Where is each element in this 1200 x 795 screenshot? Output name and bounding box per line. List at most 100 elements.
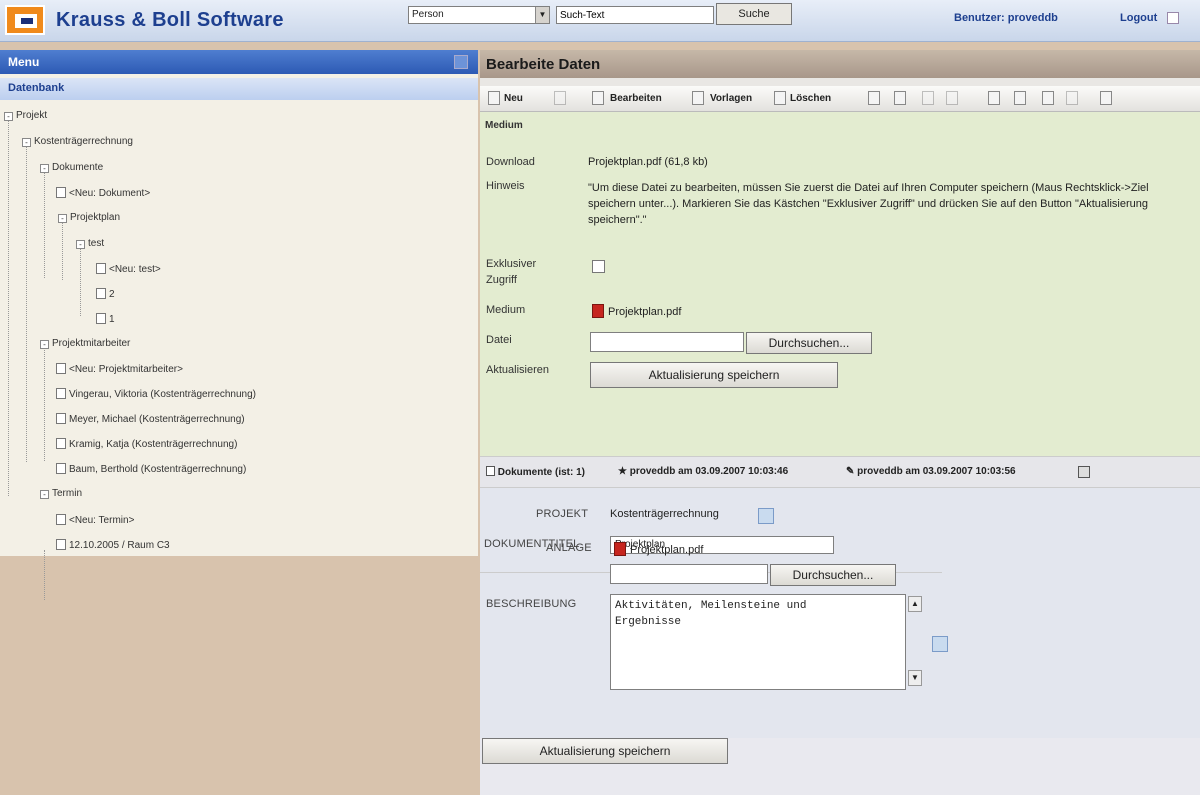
tree-label: Vingerau, Viktoria (Kostenträgerrechnung… (69, 389, 256, 400)
menu-header: Menu (0, 50, 478, 74)
edited-info-text: proveddb am 03.09.2007 10:03:56 (857, 466, 1016, 477)
description-textarea[interactable]: Aktivitäten, Meilensteine und Ergebnisse (610, 594, 906, 690)
tree-node-dokumente[interactable]: - Dokumente (40, 162, 103, 173)
exclusive-access-checkbox[interactable] (592, 260, 605, 273)
tree-label: <Neu: Termin> (69, 515, 135, 526)
tree-node-neu-termin[interactable]: <Neu: Termin> (56, 514, 134, 526)
database-header[interactable]: Datenbank (0, 78, 478, 100)
tree-label: <Neu: test> (109, 264, 161, 275)
print-icon[interactable] (988, 91, 1000, 105)
expand-icon[interactable]: - (40, 490, 49, 499)
attachment-browse-button[interactable]: Durchsuchen... (770, 564, 896, 586)
edit-button[interactable]: Bearbeiten (610, 93, 662, 104)
hinweis-label: Hinweis (486, 180, 525, 192)
browse-button[interactable]: Durchsuchen... (746, 332, 872, 354)
company-logo-icon (5, 5, 45, 35)
document-icon (56, 363, 66, 374)
medium-file[interactable]: Projektplan.pdf (592, 304, 681, 318)
medium-file-name: Projektplan.pdf (608, 306, 682, 318)
tree-node-item-1[interactable]: 1 (96, 313, 115, 325)
tree-node-termin-item[interactable]: 12.10.2005 / Raum C3 (56, 539, 170, 551)
tree-label: Baum, Berthold (Kostenträgerrechnung) (69, 464, 247, 475)
datei-label: Datei (486, 334, 512, 346)
expand-icon[interactable]: - (40, 164, 49, 173)
tree-node-projekt[interactable]: - Projekt (4, 110, 47, 121)
edit-icon[interactable] (592, 91, 604, 105)
tree-node-person[interactable]: Meyer, Michael (Kostenträgerrechnung) (56, 413, 245, 425)
projekt-label: PROJEKT (536, 508, 589, 520)
logout-icon[interactable] (1167, 12, 1179, 24)
attachment-path-input[interactable] (610, 564, 768, 584)
attachment-file[interactable]: Projektplan.pdf (614, 542, 703, 556)
expand-icon[interactable]: - (40, 340, 49, 349)
export-icon[interactable] (1014, 91, 1026, 105)
edit-document-icon (96, 313, 106, 324)
logout-link[interactable]: Logout (1120, 12, 1157, 24)
medium-label: Medium (486, 304, 526, 316)
tree-label: Projektplan (70, 212, 121, 223)
search-input[interactable] (556, 6, 714, 24)
tree-node-test[interactable]: - test (76, 238, 104, 249)
copy-icon[interactable] (868, 91, 880, 105)
expand-icon[interactable]: - (22, 138, 31, 147)
edit-document-icon (56, 438, 66, 449)
expand-editor-icon[interactable] (932, 636, 948, 652)
delete-icon[interactable] (774, 91, 786, 105)
delete-button[interactable]: Löschen (790, 93, 831, 104)
unlink-icon (946, 91, 958, 105)
user-link[interactable]: Benutzer: proveddb (954, 12, 1058, 24)
templates-button[interactable]: Vorlagen (710, 93, 752, 104)
scroll-down-icon[interactable]: ▼ (908, 670, 922, 686)
new-icon[interactable] (488, 91, 500, 105)
page-title: Bearbeite Daten (480, 50, 1200, 78)
tree-node-kostentraeger[interactable]: - Kostenträgerrechnung (22, 136, 133, 147)
chevron-down-icon[interactable]: ▼ (535, 7, 549, 23)
tree-node-termin[interactable]: - Termin (40, 488, 82, 499)
beschreibung-label: BESCHREIBUNG (486, 598, 577, 610)
collapse-icon[interactable] (454, 55, 468, 69)
tree-node-neu-dokument[interactable]: <Neu: Dokument> (56, 187, 150, 199)
history-icon[interactable] (1100, 91, 1112, 105)
save-form-button[interactable]: Aktualisierung speichern (482, 738, 728, 764)
tree-label: Kramig, Katja (Kostenträgerrechnung) (69, 439, 238, 450)
search-icon[interactable] (758, 508, 774, 524)
template-icon[interactable] (692, 91, 704, 105)
new-button[interactable]: Neu (504, 93, 523, 104)
tree-node-projektmitarbeiter[interactable]: - Projektmitarbeiter (40, 338, 130, 349)
edit-document-icon (96, 288, 106, 299)
edited-info: ✎ proveddb am 03.09.2007 10:03:56 (846, 466, 1016, 477)
tree-node-person[interactable]: Baum, Berthold (Kostenträgerrechnung) (56, 463, 246, 475)
lock-icon[interactable] (1042, 91, 1054, 105)
cut-icon (554, 91, 566, 105)
anlage-label: ANLAGE (546, 542, 592, 554)
paste-icon[interactable] (894, 91, 906, 105)
tree-node-person[interactable]: Kramig, Katja (Kostenträgerrechnung) (56, 438, 237, 450)
documents-count[interactable]: Dokumente (ist: 1) (486, 466, 585, 478)
expand-icon[interactable]: - (58, 214, 67, 223)
file-path-input[interactable] (590, 332, 744, 352)
expand-icon[interactable]: - (4, 112, 13, 121)
save-update-button[interactable]: Aktualisierung speichern (590, 362, 838, 388)
navigation-panel: Menu Datenbank - Projekt - Kostenträgerrec… (0, 50, 478, 600)
tree-label: Dokumente (52, 162, 104, 173)
tree-node-projektplan[interactable]: - Projektplan (58, 212, 120, 223)
form-footer: Aktualisierung speichern (480, 738, 1200, 795)
app-header: Krauss & Boll Software Person ▼ Suche Be… (0, 0, 1200, 42)
scroll-up-icon[interactable]: ▲ (908, 596, 922, 612)
tree-node-item-2[interactable]: 2 (96, 288, 115, 300)
save-icon[interactable] (1078, 466, 1090, 478)
medium-section: Medium Download Projektplan.pdf (61,8 kb… (480, 112, 1200, 456)
search-button[interactable]: Suche (716, 3, 792, 25)
exklusiv-label: Exklusiver Zugriff (486, 256, 536, 288)
tree-label: Projektmitarbeiter (52, 338, 131, 349)
edit-document-icon (56, 539, 66, 550)
download-link[interactable]: Projektplan.pdf (61,8 kb) (588, 156, 708, 168)
edit-document-icon (56, 463, 66, 474)
tree-node-neu-projektmitarbeiter[interactable]: <Neu: Projektmitarbeiter> (56, 363, 183, 375)
tree-node-person[interactable]: Vingerau, Viktoria (Kostenträgerrechnung… (56, 388, 256, 400)
search-category-select[interactable]: Person ▼ (408, 6, 550, 24)
tree-node-neu-test[interactable]: <Neu: test> (96, 263, 161, 275)
document-icon (56, 514, 66, 525)
expand-icon[interactable]: - (76, 240, 85, 249)
document-icon (96, 263, 106, 274)
